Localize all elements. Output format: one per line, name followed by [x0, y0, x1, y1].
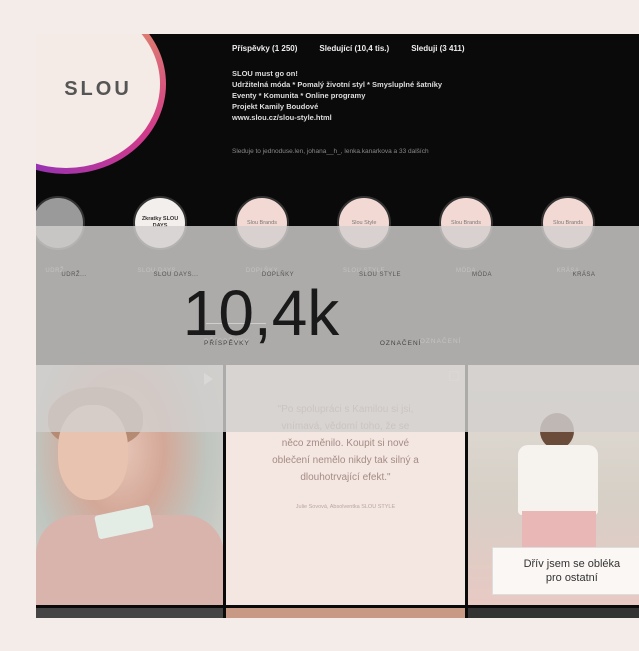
- caption-line: Dřív jsem se obléka: [523, 558, 621, 570]
- following-count[interactable]: Sleduji (3 411): [411, 44, 464, 53]
- follower-count-overlay: 10,4k: [182, 277, 340, 349]
- avatar[interactable]: SLOU: [36, 34, 160, 168]
- bio-line: Udržitelná móda * Pomalý životní styl * …: [232, 80, 443, 89]
- post-caption-box: Dřív jsem se obléka pro ostatní: [491, 547, 639, 595]
- profile-stats: Příspěvky (1 250) Sledující (10,4 tis.) …: [232, 44, 465, 53]
- post-thumbnail[interactable]: [467, 608, 639, 618]
- bio-link[interactable]: www.slou.cz/slou-style.html: [232, 112, 632, 123]
- bio-line: Projekt Kamily Boudové: [232, 102, 319, 111]
- bio-line: SLOU must go on!: [232, 69, 298, 78]
- profile-bio: SLOU must go on! Udržitelná móda * Pomal…: [232, 68, 632, 123]
- avatar-logo: SLOU: [64, 77, 132, 100]
- followed-by-text[interactable]: Sleduje to jednoduse.len, johana__h_, le…: [232, 148, 429, 155]
- posts-count[interactable]: Příspěvky (1 250): [232, 44, 297, 53]
- post-thumbnail[interactable]: [36, 608, 224, 618]
- quote-author: Julie Sovová, Absolventka SLOU STYLE: [295, 504, 396, 510]
- highlight-label: KRÁSA: [572, 272, 596, 278]
- post-thumbnail[interactable]: [226, 608, 465, 618]
- caption-line: pro ostatní: [545, 572, 598, 584]
- post-grid-next-row: [36, 608, 639, 618]
- bio-line: Eventy * Komunita * Online programy: [232, 91, 366, 100]
- photo-detail: [517, 445, 598, 515]
- followers-count[interactable]: Sledující (10,4 tis.): [319, 44, 389, 53]
